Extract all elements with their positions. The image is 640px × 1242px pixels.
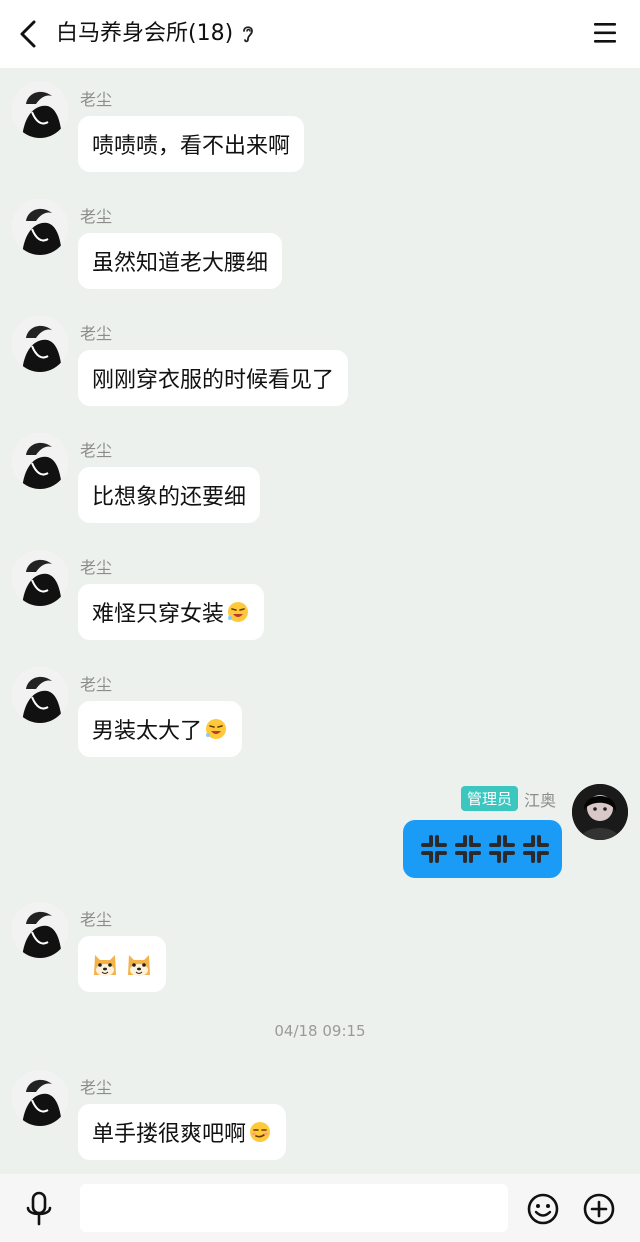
sender-name: 老尘 [80,207,113,226]
message-bubble[interactable]: 比想象的还要细 [78,467,261,523]
message-text: 虽然知道老大腰细 [92,251,269,276]
message-bubble-self[interactable] [403,820,562,878]
sender-name: 老尘 [80,1078,113,1097]
message-text: 刚刚穿衣服的时候看见了 [92,368,335,393]
doge-emoji-icon [94,955,116,976]
plus-circle-icon [583,1193,615,1225]
message-bubble[interactable]: 虽然知道老大腰细 [78,233,283,289]
chat-message-list[interactable]: 老尘 啧啧啧，看不出来啊 老尘 虽然知道老大腰细 老尘 刚刚穿衣服的时候看见了 … [0,68,640,1174]
menu-button[interactable] [592,20,622,48]
sender-name: 老尘 [80,558,113,577]
sender-name: 江奥 [523,790,556,810]
admin-badge: 管理员 [460,786,518,811]
sender-name: 老尘 [80,675,113,694]
message-bubble[interactable]: 刚刚穿衣服的时候看见了 [78,350,349,406]
sender-avatar[interactable] [12,199,68,255]
ear-icon [243,26,254,43]
chat-header: 白马养身会所(18) [0,0,640,68]
chat-title: 白马养身会所(18) [56,21,234,46]
laugh-emoji-icon [206,719,227,739]
sender-avatar[interactable] [12,82,68,138]
sender-avatar[interactable] [12,902,68,958]
laugh-emoji-icon [228,602,249,622]
sender-name: 老尘 [80,910,113,929]
emoji-button[interactable] [526,1192,560,1226]
message-text: 单手搂很爽吧啊 [92,1122,247,1147]
message-bubble[interactable]: 难怪只穿女装 [78,584,265,640]
sender-avatar[interactable] [12,316,68,372]
input-bar [0,1174,640,1242]
sender-name: 老尘 [80,90,113,109]
anger-icon [420,835,549,863]
sender-avatar[interactable] [12,550,68,606]
message-bubble[interactable] [78,936,166,992]
sender-avatar[interactable] [12,1070,68,1126]
hamburger-menu-icon [594,23,616,43]
message-text: 比想象的还要细 [92,485,247,510]
doge-emoji-icon [128,955,150,976]
chevron-left-icon [20,20,36,48]
sender-avatar[interactable] [12,433,68,489]
microphone-icon [26,1191,52,1226]
message-text: 啧啧啧，看不出来啊 [92,134,291,159]
message-text: 男装太大了 [92,719,203,744]
sender-avatar[interactable] [12,667,68,723]
voice-button[interactable] [22,1190,56,1228]
smiley-icon [527,1193,559,1225]
message-timestamp: 04/18 09:15 [274,1022,366,1040]
smirk-emoji-icon [250,1122,271,1142]
message-input[interactable] [80,1184,508,1232]
back-button[interactable] [12,18,44,50]
sender-name: 老尘 [80,441,113,460]
message-bubble[interactable]: 啧啧啧，看不出来啊 [78,116,305,172]
message-bubble[interactable]: 单手搂很爽吧啊 [78,1104,287,1160]
sender-avatar[interactable] [572,784,628,840]
more-button[interactable] [582,1192,616,1226]
message-text: 难怪只穿女装 [92,602,225,627]
sender-name: 老尘 [80,324,113,343]
chat-title-group[interactable]: 白马养身会所(18) [56,20,255,48]
message-bubble[interactable]: 男装太大了 [78,701,243,757]
admin-sender-row: 管理员 江奥 [460,786,556,811]
